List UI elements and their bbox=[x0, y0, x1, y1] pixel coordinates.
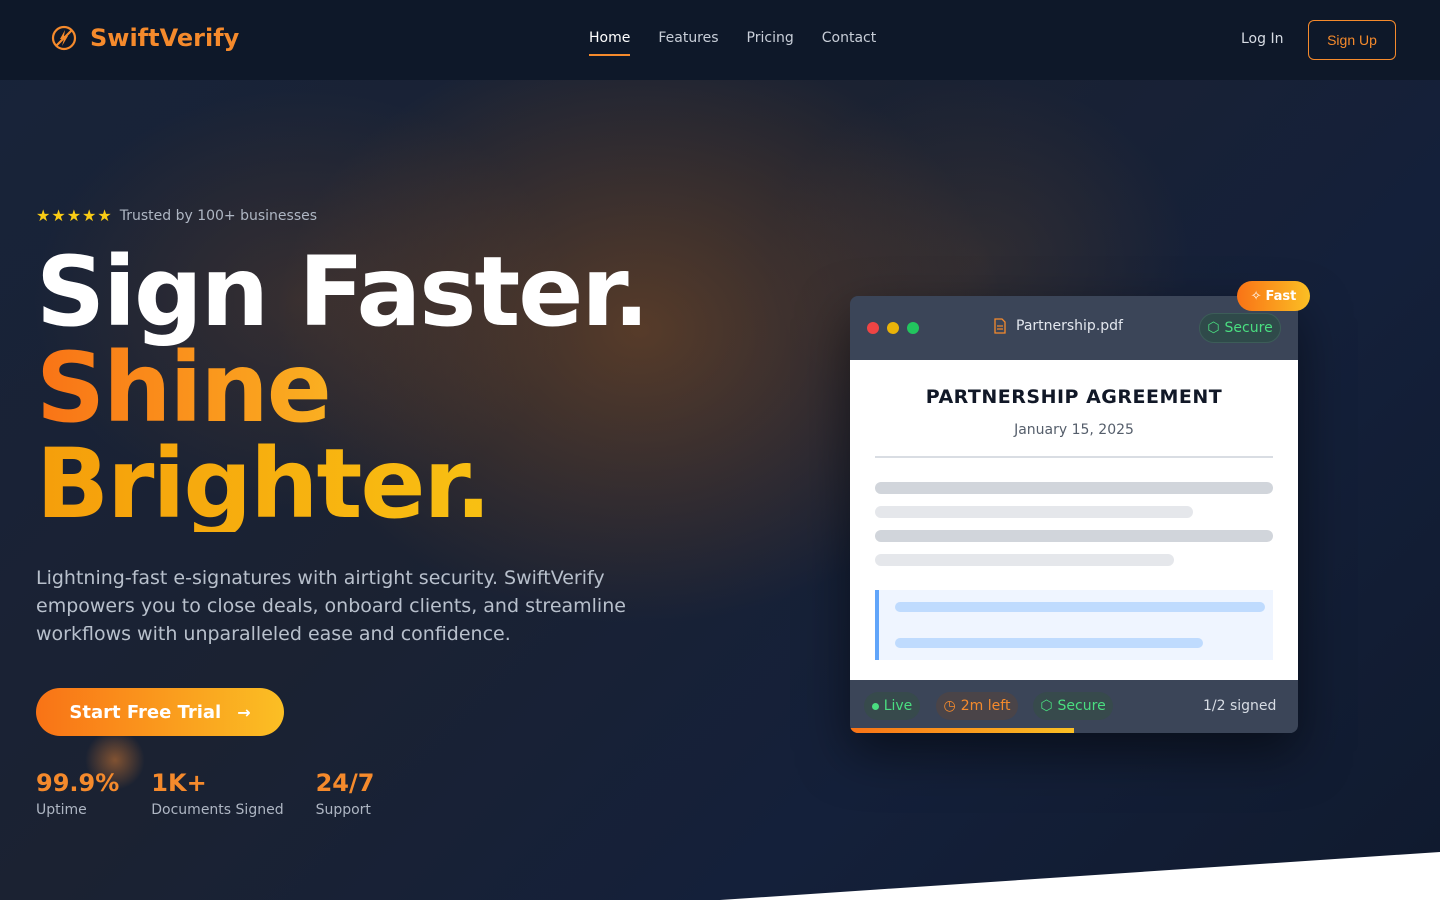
cta-label: Start Free Trial bbox=[69, 701, 222, 723]
trust-badge: ★ ★ ★ ★ ★ Trusted by 100+ businesses bbox=[36, 208, 318, 225]
secure-status-pill: ⬡ Secure bbox=[1033, 692, 1113, 720]
window-minimize-dot bbox=[887, 322, 899, 334]
secure-label: Secure bbox=[1224, 320, 1273, 336]
card-footer: Live ◷ 2m left ⬡ Secure 1/2 signed bbox=[850, 680, 1298, 733]
file-name-label: Partnership.pdf bbox=[992, 318, 1123, 334]
star-icon: ★ bbox=[36, 206, 51, 225]
trust-text: Trusted by 100+ businesses bbox=[119, 208, 318, 224]
brand-logo[interactable]: SwiftVerify bbox=[50, 24, 239, 52]
rating-stars: ★ ★ ★ ★ ★ bbox=[36, 208, 112, 224]
text-placeholder-line bbox=[875, 554, 1174, 566]
signing-progress-fill bbox=[850, 728, 1074, 733]
document-title: PARTNERSHIP AGREEMENT bbox=[925, 386, 1223, 408]
signature-placeholder-line bbox=[895, 602, 1265, 612]
time-left-label: 2m left bbox=[960, 698, 1011, 714]
text-placeholder-line bbox=[875, 530, 1273, 542]
brand-name: SwiftVerify bbox=[90, 24, 240, 52]
hero-stats: 99.9% Uptime 1K+ Documents Signed 24/7 S… bbox=[36, 768, 374, 818]
document-icon bbox=[994, 318, 1006, 334]
star-icon: ★ bbox=[51, 206, 66, 225]
star-icon: ★ bbox=[97, 206, 112, 225]
nav-link-pricing[interactable]: Pricing bbox=[747, 30, 794, 56]
headline-line-1: Sign Faster. bbox=[36, 236, 650, 348]
document-divider bbox=[875, 456, 1273, 458]
card-header: Partnership.pdf ⬡ Secure bbox=[850, 296, 1298, 360]
lightning-circle-icon bbox=[51, 25, 77, 51]
window-close-dot bbox=[867, 322, 879, 334]
stat-uptime: 99.9% Uptime bbox=[36, 768, 119, 818]
headline-line-2: Shine bbox=[36, 340, 648, 436]
stat-documents: 1K+ Documents Signed bbox=[151, 768, 283, 818]
live-status-pill: Live bbox=[864, 692, 920, 720]
file-name: Partnership.pdf bbox=[1016, 318, 1123, 334]
nav-link-home[interactable]: Home bbox=[589, 30, 631, 56]
signed-count: 1/2 signed bbox=[1203, 698, 1277, 714]
fast-label: Fast bbox=[1265, 288, 1297, 304]
signing-progress-bar bbox=[850, 728, 1298, 733]
stat-label: Support bbox=[315, 802, 371, 818]
secure-pill: ⬡ Secure bbox=[1199, 313, 1281, 343]
time-left-pill: ◷ 2m left bbox=[936, 692, 1018, 720]
shield-icon: ⬡ bbox=[1040, 698, 1053, 714]
star-icon: ★ bbox=[66, 206, 82, 225]
document-date: January 15, 2025 bbox=[1014, 422, 1134, 438]
stat-value: 99.9% bbox=[36, 769, 120, 797]
secure-status-label: Secure bbox=[1057, 698, 1106, 714]
signature-placeholder-line bbox=[895, 638, 1203, 648]
stat-label: Uptime bbox=[36, 802, 87, 818]
clock-icon: ◷ bbox=[943, 698, 956, 714]
live-dot bbox=[871, 702, 879, 710]
lightning-icon: ✧ bbox=[1250, 288, 1262, 304]
star-icon: ★ bbox=[82, 206, 97, 225]
login-link[interactable]: Log In bbox=[1241, 31, 1283, 47]
text-placeholder-line bbox=[875, 482, 1273, 494]
top-navigation: SwiftVerify Home Features Pricing Contac… bbox=[0, 0, 1440, 80]
document-preview-card: Partnership.pdf ⬡ Secure ✧ Fast PARTNERS… bbox=[850, 281, 1310, 733]
document-body: PARTNERSHIP AGREEMENT January 15, 2025 bbox=[850, 360, 1298, 680]
live-label: Live bbox=[883, 698, 913, 714]
stat-value: 24/7 bbox=[315, 769, 375, 797]
signup-button[interactable]: Sign Up bbox=[1308, 20, 1396, 60]
stat-support: 24/7 Support bbox=[316, 768, 375, 818]
hero-description: Lightning-fast e-signatures with airtigh… bbox=[36, 567, 626, 645]
signature-block bbox=[875, 590, 1273, 660]
start-free-trial-button[interactable]: Start Free Trial → bbox=[36, 688, 284, 736]
stat-label: Documents Signed bbox=[151, 802, 284, 818]
shield-icon: ⬡ bbox=[1207, 320, 1220, 336]
window-maximize-dot bbox=[907, 322, 919, 334]
nav-link-features[interactable]: Features bbox=[658, 30, 718, 56]
hero-headline: Sign Faster. Shine Brighter. bbox=[36, 236, 650, 532]
nav-links: Home Features Pricing Contact bbox=[589, 30, 876, 56]
stat-value: 1K+ bbox=[151, 769, 207, 797]
text-placeholder-line bbox=[875, 506, 1193, 518]
nav-link-contact[interactable]: Contact bbox=[822, 30, 876, 56]
arrow-right-icon: → bbox=[237, 702, 251, 722]
headline-line-3: Brighter. bbox=[36, 436, 648, 532]
fast-badge: ✧ Fast bbox=[1237, 281, 1310, 311]
